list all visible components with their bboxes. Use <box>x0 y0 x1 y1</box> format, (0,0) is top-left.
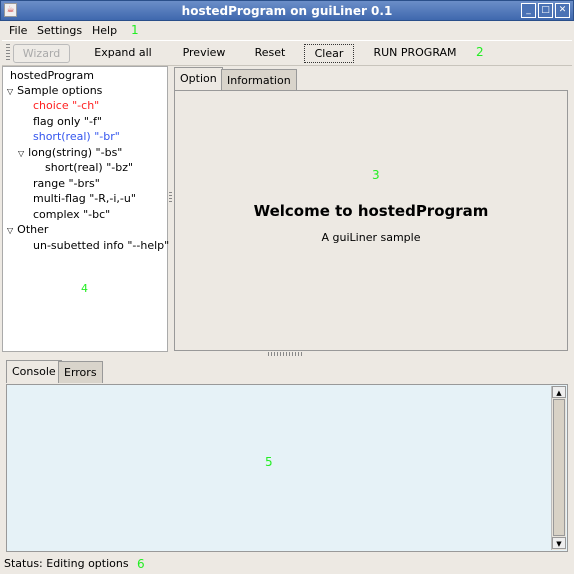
tree-leaf-short-real[interactable]: short(real) "-br" <box>33 130 120 143</box>
tree-leaf-short-real-nested[interactable]: short(real) "-bz" <box>45 161 133 174</box>
welcome-subtitle: A guiLiner sample <box>321 231 421 244</box>
options-tree: hostedProgram ▽ Sample options choice "-c… <box>2 66 169 352</box>
tab-information[interactable]: Information <box>221 69 297 90</box>
scroll-down-icon[interactable]: ▼ <box>552 537 566 549</box>
window-title: hostedProgram on guiLiner 0.1 <box>181 4 393 18</box>
tree-leaf-complex[interactable]: complex "-bc" <box>33 208 110 221</box>
marker-3: 3 <box>372 168 380 182</box>
reset-button[interactable]: Reset <box>248 44 292 63</box>
tree-node-other[interactable]: ▽ Other <box>7 223 48 236</box>
marker-6: 6 <box>137 557 145 571</box>
run-program-button[interactable]: RUN PROGRAM <box>368 44 462 63</box>
menu-settings[interactable]: Settings <box>37 24 82 37</box>
maximize-icon[interactable]: □ <box>538 3 553 18</box>
minimize-icon[interactable]: _ <box>521 3 536 18</box>
horizontal-splitter[interactable] <box>268 352 304 356</box>
status-text: Status: Editing options <box>4 557 129 570</box>
marker-5: 5 <box>265 455 273 469</box>
expand-triangle-icon[interactable]: ▽ <box>7 226 13 235</box>
marker-1: 1 <box>131 23 139 37</box>
marker-4: 4 <box>81 282 88 295</box>
tree-node-long-string[interactable]: ▽ long(string) "-bs" <box>18 146 122 159</box>
expand-triangle-icon[interactable]: ▽ <box>18 149 24 158</box>
welcome-heading: Welcome to hostedProgram <box>253 202 489 220</box>
tree-leaf-help[interactable]: un-subetted info "--help" <box>33 239 169 252</box>
scroll-up-icon[interactable]: ▲ <box>552 386 566 398</box>
marker-2: 2 <box>476 45 484 59</box>
java-icon[interactable]: ☕ <box>4 3 17 17</box>
tree-leaf-multi-flag[interactable]: multi-flag "-R,-i,-u" <box>33 192 136 205</box>
tab-option[interactable]: Option <box>174 67 223 90</box>
menu-help[interactable]: Help <box>92 24 117 37</box>
tree-leaf-range[interactable]: range "-brs" <box>33 177 100 190</box>
tree-node-sample-options[interactable]: ▽ Sample options <box>7 84 102 97</box>
tab-console[interactable]: Console <box>6 360 62 383</box>
close-icon[interactable]: ✕ <box>555 3 570 18</box>
expand-triangle-icon[interactable]: ▽ <box>7 87 13 96</box>
toolbar-grip[interactable] <box>6 44 10 62</box>
title-bar: hostedProgram on guiLiner 0.1 <box>0 0 574 21</box>
tab-errors[interactable]: Errors <box>58 361 103 383</box>
console-scrollbar[interactable]: ▲ ▼ <box>551 386 566 550</box>
expand-all-button[interactable]: Expand all <box>88 44 158 63</box>
preview-button[interactable]: Preview <box>178 44 230 63</box>
tree-leaf-flag[interactable]: flag only "-f" <box>33 115 102 128</box>
wizard-button[interactable]: Wizard <box>13 44 70 63</box>
option-panel: 3 Welcome to hostedProgram A guiLiner sa… <box>174 90 568 351</box>
clear-button[interactable]: Clear <box>304 44 354 63</box>
scrollbar-thumb[interactable] <box>553 399 565 536</box>
console-output[interactable]: 5 <box>6 384 568 552</box>
tree-leaf-choice[interactable]: choice "-ch" <box>33 99 99 112</box>
tree-root[interactable]: hostedProgram <box>10 69 94 82</box>
menu-file[interactable]: File <box>9 24 27 37</box>
